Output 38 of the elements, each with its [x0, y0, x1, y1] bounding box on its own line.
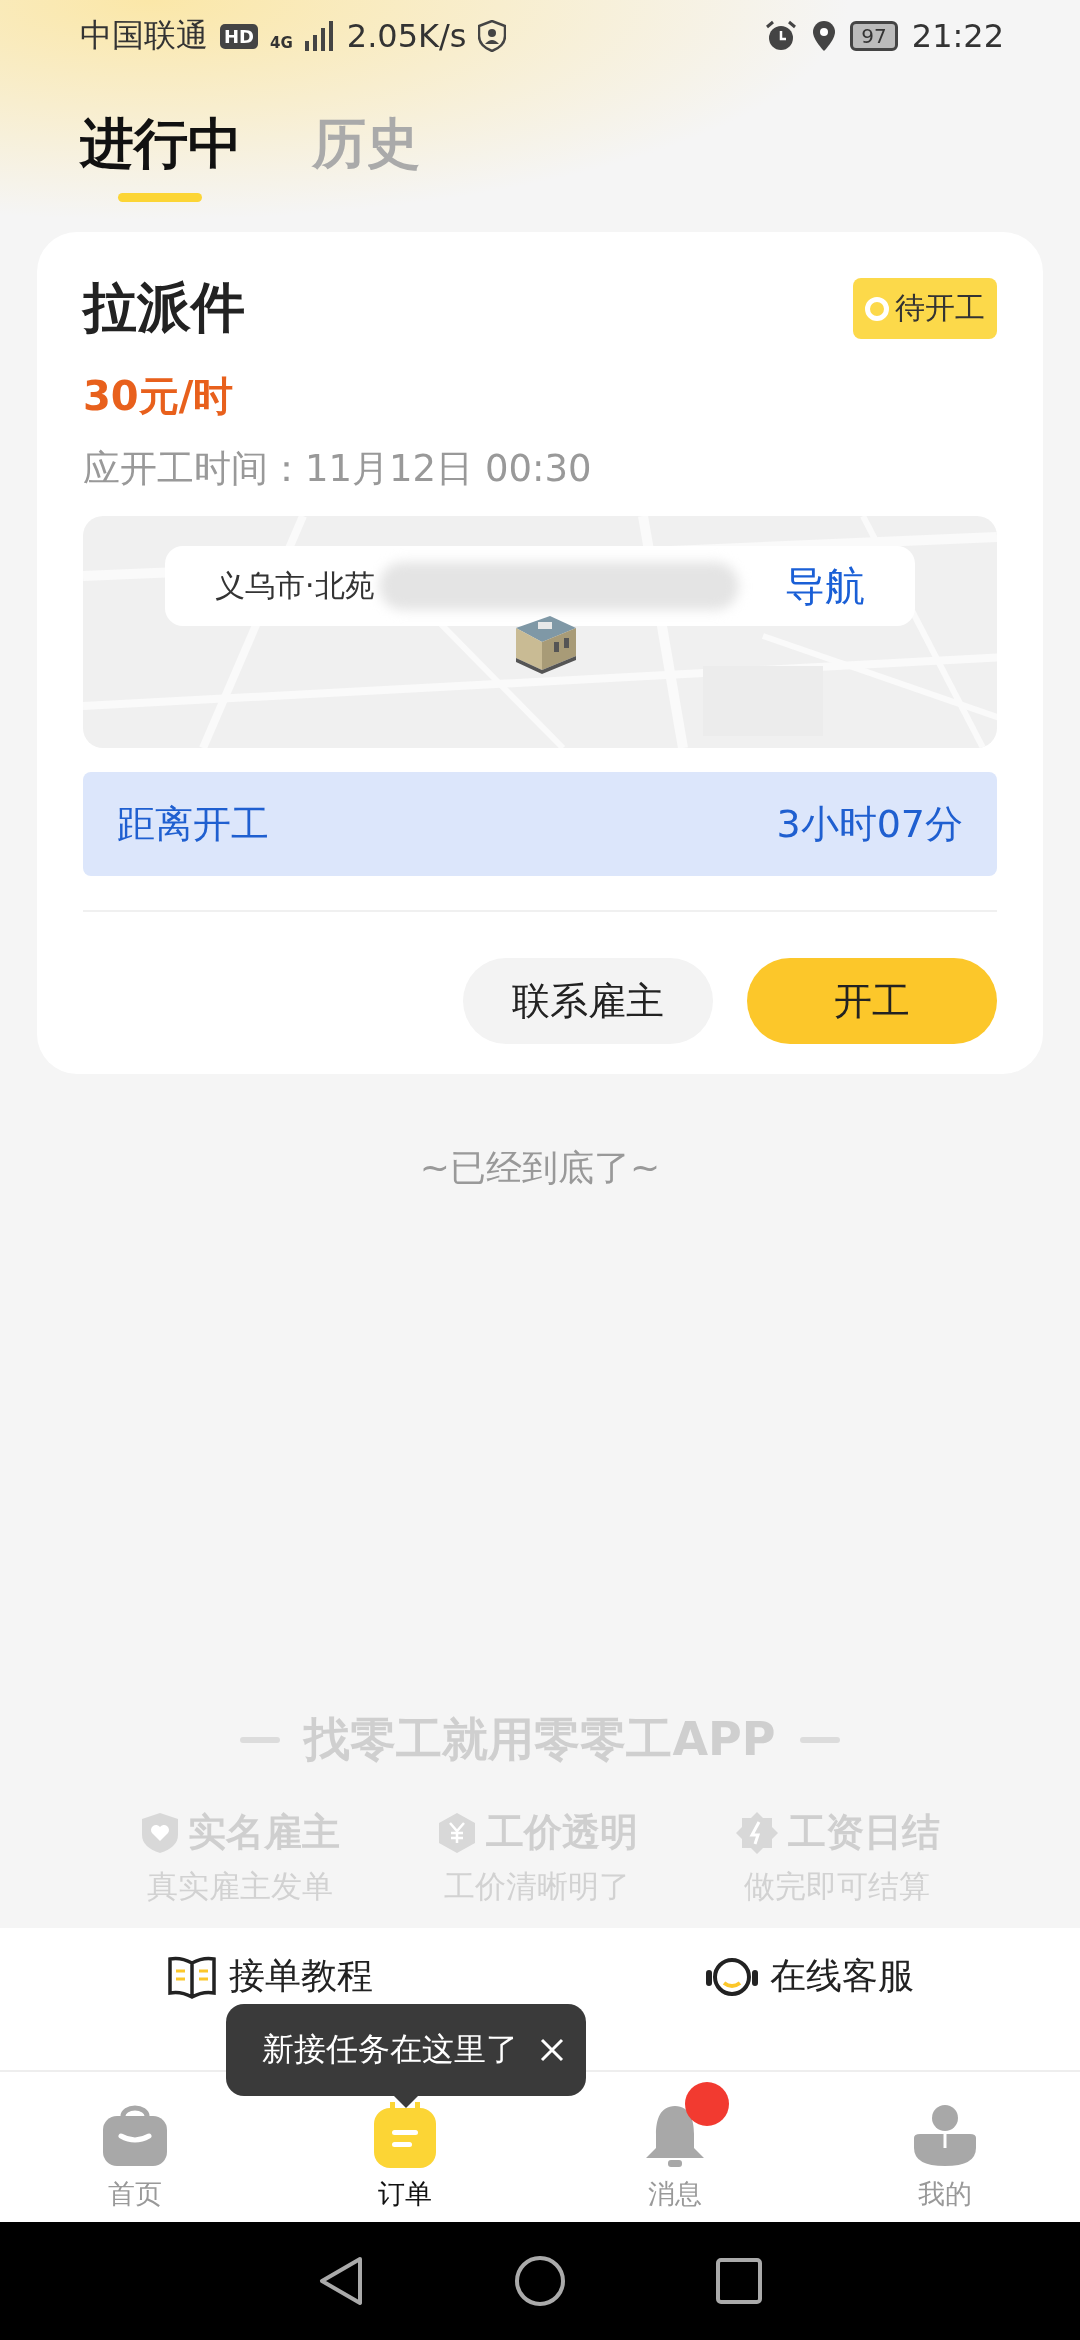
alarm-icon: [764, 19, 799, 53]
status-tag: 待开工: [853, 278, 997, 339]
end-of-list-note: ~已经到底了~: [418, 1146, 662, 1190]
bell-icon: [644, 2104, 706, 2168]
carrier-name: 中国联通: [80, 15, 208, 56]
yuan-hexagon-icon: [436, 1810, 478, 1855]
bag-icon: [101, 2104, 169, 2168]
start-time: 应开工时间：11月12日 00:30: [83, 446, 593, 492]
countdown-value: 3小时07分: [776, 800, 963, 848]
orders-icon: [374, 2102, 436, 2168]
shield-person-icon: [478, 20, 507, 52]
back-icon[interactable]: [318, 2255, 364, 2307]
network-type: 4G: [270, 34, 293, 52]
customer-service-link[interactable]: 在线客服: [706, 1952, 914, 2001]
signal-icon: [304, 21, 335, 51]
location-icon: [812, 20, 837, 52]
recents-icon[interactable]: [716, 2258, 762, 2304]
home-icon[interactable]: [514, 2255, 566, 2307]
address-text: 义乌市·北苑: [215, 566, 375, 605]
countdown-label: 距离开工: [117, 800, 269, 848]
person-icon: [912, 2104, 978, 2168]
tutorial-link[interactable]: 接单教程: [167, 1952, 373, 2001]
nav-item[interactable]: 订单: [270, 2072, 540, 2222]
navigate-link[interactable]: 导航: [785, 558, 865, 614]
network-speed: 2.05K/s: [346, 17, 467, 55]
battery-level: 97: [850, 21, 898, 51]
seal-icon: [734, 1809, 780, 1856]
close-icon[interactable]: [540, 2038, 564, 2062]
shield-heart-icon: [140, 1810, 180, 1855]
job-title: 拉派件: [83, 275, 245, 341]
pay-rate: 30元/时: [83, 372, 235, 421]
tooltip-text: 新接任务在这里了: [262, 2029, 518, 2070]
clock: 21:22: [911, 17, 1004, 55]
contact-employer-button[interactable]: 联系雇主: [463, 958, 713, 1044]
book-icon: [167, 1954, 217, 1999]
tab[interactable]: 进行中: [80, 108, 242, 222]
start-work-button[interactable]: 开工: [747, 958, 997, 1044]
hd-indicator: HD: [220, 23, 258, 49]
